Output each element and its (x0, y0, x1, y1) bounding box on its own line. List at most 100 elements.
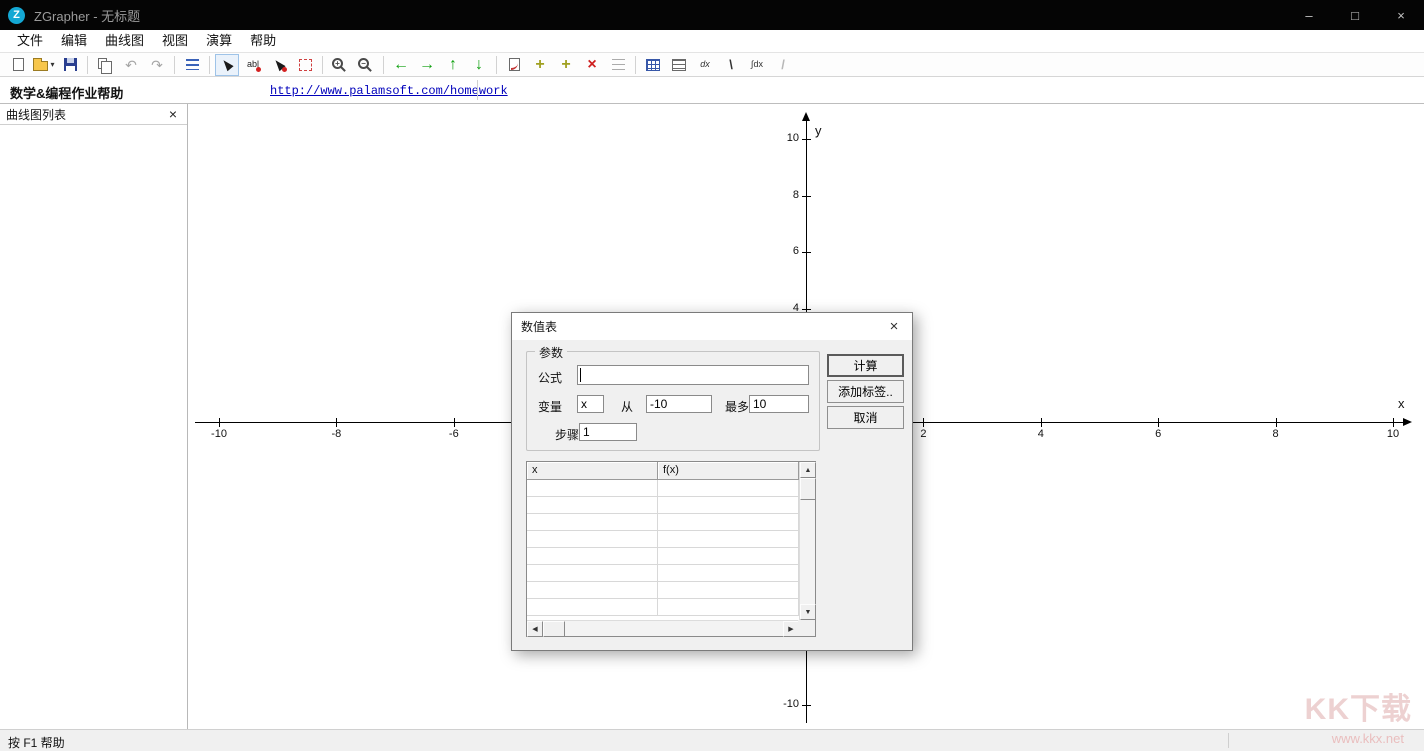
scroll-right-icon[interactable]: ▶ (783, 621, 799, 637)
redo-button[interactable]: ↷ (145, 54, 169, 76)
delete-graph-icon: × (587, 57, 596, 73)
pan-up-icon: ↑ (449, 57, 457, 73)
table-vertical-scrollbar[interactable]: ▲ ▼ (799, 462, 815, 620)
table-cell-x (527, 548, 658, 564)
dialog-close-button[interactable]: × (876, 313, 912, 340)
add-graph-button[interactable]: + (528, 54, 552, 76)
trace-point-tool-button[interactable] (267, 54, 291, 76)
menu-item-graph[interactable]: 曲线图 (96, 30, 153, 52)
undo-icon: ↶ (125, 58, 137, 72)
graph-properties-button[interactable] (606, 54, 630, 76)
x-axis-tick (219, 418, 220, 427)
x-axis-tick-label: 4 (1026, 428, 1056, 440)
integral-tool-button[interactable]: ∫dx (745, 54, 769, 76)
tangent-tool-button[interactable]: \ (719, 54, 743, 76)
table-cell-fx (658, 497, 799, 513)
menu-item-calculate[interactable]: 演算 (197, 30, 241, 52)
calculate-button[interactable]: 计算 (827, 354, 904, 377)
formula-input[interactable] (577, 365, 809, 385)
curve-list-button[interactable] (180, 54, 204, 76)
dropdown-arrow-icon: ▾ (50, 60, 54, 69)
red-dot-icon (282, 67, 287, 72)
delete-graph-button[interactable]: × (580, 54, 604, 76)
zoom-out-button[interactable]: − (354, 54, 378, 76)
from-label: 从 (621, 398, 633, 415)
menu-item-edit[interactable]: 编辑 (52, 30, 96, 52)
table-row (527, 514, 799, 531)
add-table-icon: + (561, 57, 570, 73)
add-table-button[interactable]: + (554, 54, 578, 76)
curve-list-panel-title: 曲线图列表 (6, 106, 66, 123)
y-axis-tick (802, 705, 811, 706)
table-cell-x (527, 582, 658, 598)
menu-item-view[interactable]: 视图 (153, 30, 197, 52)
open-file-button[interactable]: ▾ (32, 54, 56, 76)
zoom-window-tool-button[interactable] (293, 54, 317, 76)
minimize-button[interactable]: – (1286, 0, 1332, 30)
table-row (527, 497, 799, 514)
zoom-in-button[interactable]: + (328, 54, 352, 76)
horizontal-scroll-thumb[interactable] (543, 621, 565, 637)
pan-right-button[interactable]: → (415, 54, 439, 76)
table-cell-x (527, 599, 658, 615)
window-controls: – □ × (1286, 0, 1424, 30)
scroll-up-icon[interactable]: ▲ (800, 462, 816, 478)
x-axis-tick-label: -6 (439, 428, 469, 440)
parameters-group: 参数 公式 变量 从 最多 步骤 (526, 351, 820, 451)
vertical-scroll-thumb[interactable] (800, 478, 816, 500)
table-horizontal-scrollbar[interactable]: ◀ ▶ (527, 620, 799, 636)
x-axis-label: x (1398, 396, 1405, 411)
app-logo-icon: Z (8, 7, 25, 24)
x-axis-tick (1158, 418, 1159, 427)
y-axis-tick-label: -10 (757, 698, 799, 710)
variable-input[interactable] (577, 395, 604, 413)
title-bar[interactable]: Z ZGrapher - 无标题 – □ × (0, 0, 1424, 30)
table-cell-x (527, 565, 658, 581)
pan-up-button[interactable]: ↑ (441, 54, 465, 76)
panel-close-icon[interactable]: × (169, 107, 177, 121)
scroll-left-icon[interactable]: ◀ (527, 621, 543, 637)
x-axis-tick (923, 418, 924, 427)
graph-page-button[interactable] (502, 54, 526, 76)
calc-table-tool-button[interactable] (667, 54, 691, 76)
dialog-title-bar[interactable]: 数值表 × (512, 313, 912, 340)
y-axis-arrow-icon (802, 112, 810, 121)
calc-table-tool-icon (672, 59, 686, 71)
table-cell-fx (658, 582, 799, 598)
step-input[interactable] (579, 423, 637, 441)
save-button[interactable] (58, 54, 82, 76)
status-bar-separator (1228, 733, 1229, 748)
y-axis-tick (802, 252, 811, 253)
homework-help-link[interactable]: http://www.palamsoft.com/homework (270, 84, 508, 98)
table-header-fx[interactable]: f(x) (658, 462, 799, 480)
add-label-button[interactable]: 添加标签.. (827, 380, 904, 403)
add-graph-icon: + (535, 57, 544, 73)
x-axis-tick-label: -10 (204, 428, 234, 440)
maximize-button[interactable]: □ (1332, 0, 1378, 30)
new-file-button[interactable] (6, 54, 30, 76)
menu-item-help[interactable]: 帮助 (241, 30, 285, 52)
pan-down-button[interactable]: ↓ (467, 54, 491, 76)
from-input[interactable] (646, 395, 712, 413)
pan-left-button[interactable]: ← (389, 54, 413, 76)
scroll-down-icon[interactable]: ▼ (800, 604, 816, 620)
curve-list-panel: 曲线图列表 × (0, 104, 188, 729)
select-tool-button[interactable] (215, 54, 239, 76)
copy-button[interactable] (93, 54, 117, 76)
label-tool-button[interactable]: abl (241, 54, 265, 76)
menu-item-file[interactable]: 文件 (8, 30, 52, 52)
table-header-x[interactable]: x (527, 462, 658, 480)
status-bar: 按 F1 帮助 (0, 729, 1424, 751)
zoom-window-tool-icon (299, 59, 312, 71)
max-input[interactable] (749, 395, 809, 413)
red-dot-icon (256, 67, 261, 72)
cancel-button[interactable]: 取消 (827, 406, 904, 429)
value-table-tool-button[interactable] (641, 54, 665, 76)
status-bar-text: 按 F1 帮助 (8, 734, 65, 751)
derivative-tool-button[interactable]: dx (693, 54, 717, 76)
interpolate-tool-button[interactable]: / (771, 54, 795, 76)
close-button[interactable]: × (1378, 0, 1424, 30)
open-file-icon (33, 61, 48, 71)
undo-button[interactable]: ↶ (119, 54, 143, 76)
zoom-out-sign: − (361, 60, 366, 68)
